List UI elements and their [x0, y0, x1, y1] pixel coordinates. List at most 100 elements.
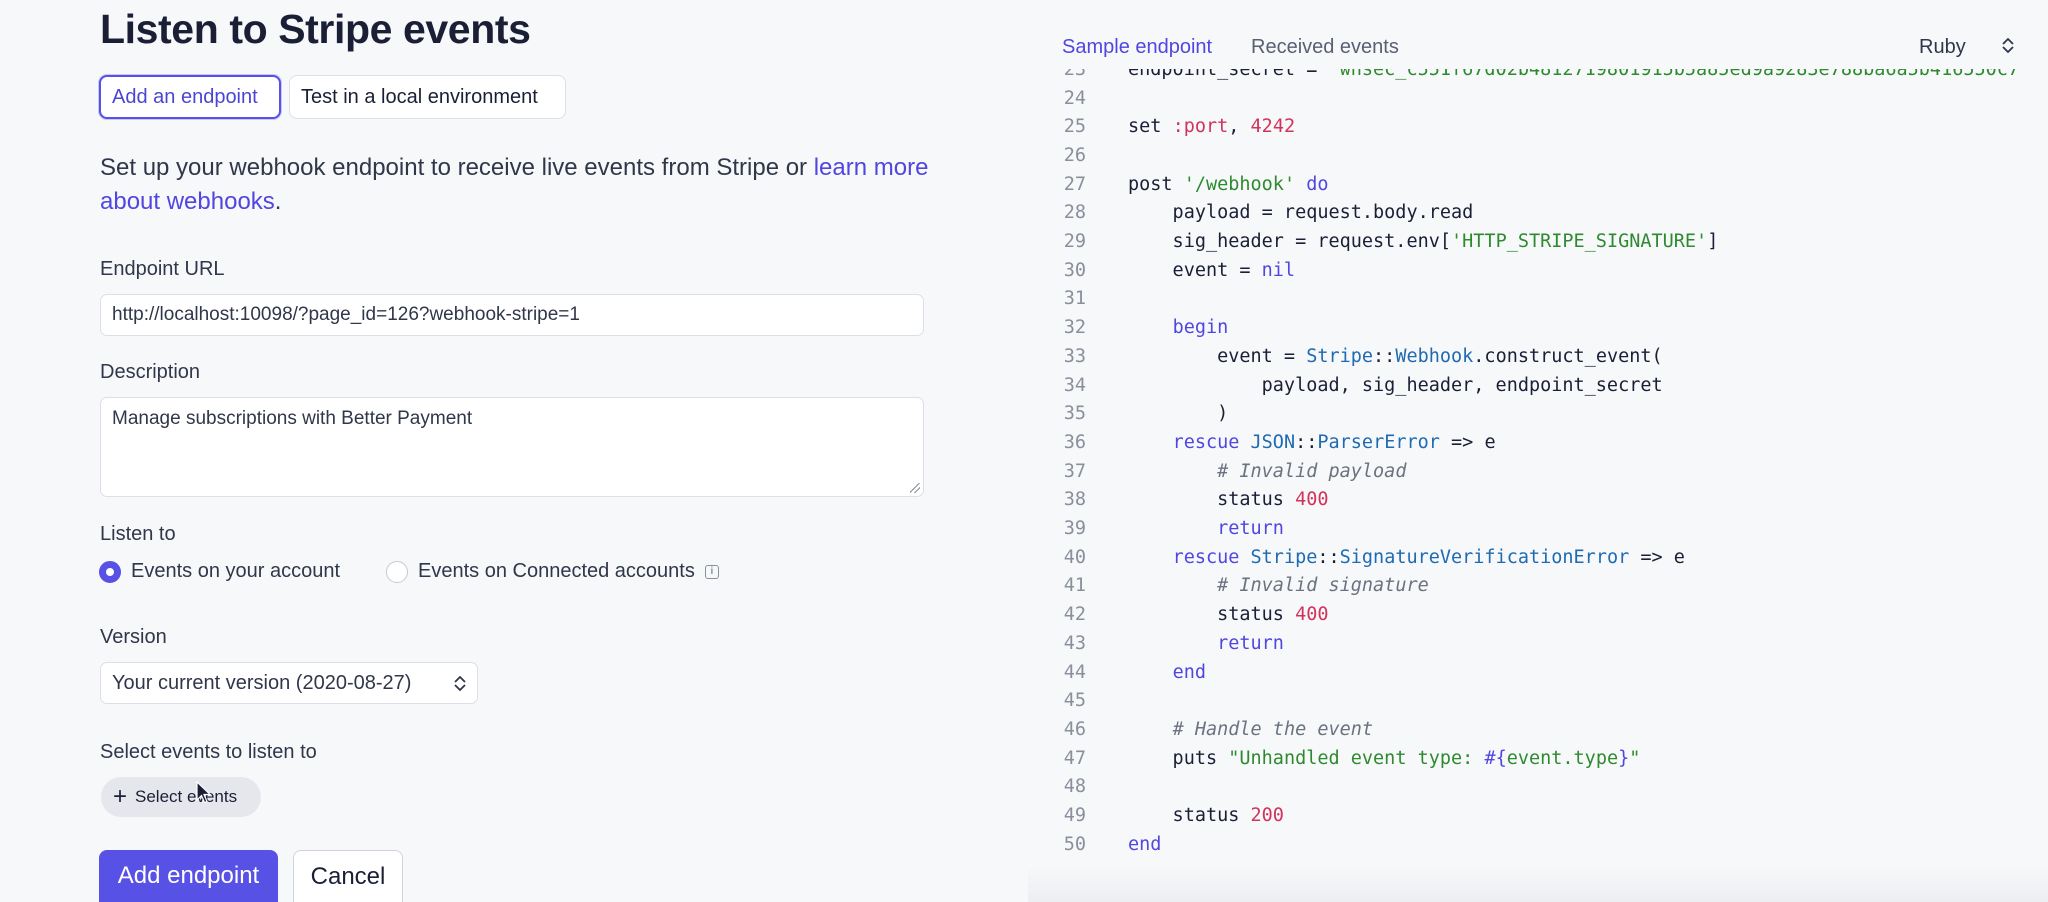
code-token: :: — [1295, 431, 1318, 453]
code-line: 41 # Invalid signature — [1028, 572, 1429, 601]
chevron-updown-icon — [454, 675, 466, 691]
select-events-button-label: Select events — [135, 787, 238, 806]
code-token: :: — [1373, 345, 1396, 367]
code-token: :: — [1317, 546, 1340, 568]
language-select[interactable]: Ruby — [1919, 36, 1966, 59]
code-token: post — [1128, 173, 1184, 195]
code-token: status — [1128, 805, 1251, 827]
code-line: 45 — [1028, 686, 1128, 715]
code-token: do — [1306, 173, 1329, 195]
code-token: ] — [1707, 231, 1719, 253]
line-number: 49 — [1063, 805, 1086, 827]
code-line: 29 sig_header = request.env['HTTP_STRIPE… — [1028, 227, 1719, 256]
code-line: 42 status 400 — [1028, 600, 1329, 629]
line-number: 35 — [1063, 403, 1086, 425]
line-number: 27 — [1063, 173, 1086, 195]
endpoint-url-label: Endpoint URL — [100, 258, 225, 280]
line-number: 26 — [1063, 144, 1086, 166]
line-number: 32 — [1063, 317, 1086, 339]
code-line: 40 rescue Stripe:: SignatureVerificationE… — [1028, 543, 1685, 572]
resize-handle-icon[interactable] — [910, 483, 920, 493]
code-token: rescue — [1172, 546, 1240, 568]
code-line: 35 ) — [1028, 399, 1229, 428]
radio-events-account[interactable]: Events on your account — [99, 560, 340, 583]
code-token: event.type — [1506, 747, 1619, 769]
code-token: status — [1128, 489, 1296, 511]
endpoint-url-input[interactable]: http://localhost:10098/?page_id=126?webh… — [100, 294, 924, 336]
code-line: 47 puts "Unhandled event type: #{event.t… — [1028, 744, 1641, 773]
code-token: return — [1217, 632, 1284, 654]
code-line: 36 rescue JSON:: ParserError => e — [1028, 428, 1496, 457]
code-line: 24 — [1028, 84, 1128, 113]
code-token: return — [1217, 518, 1284, 540]
version-select[interactable]: Your current version (2020-08-27) — [100, 662, 478, 704]
add-endpoint-button[interactable]: Add endpoint — [99, 850, 278, 902]
code-token: end — [1172, 661, 1206, 683]
radio-events-connected[interactable]: Events on Connected accounts i — [386, 560, 719, 583]
tab-add-endpoint[interactable]: Add an endpoint — [99, 75, 281, 119]
line-number: 43 — [1063, 632, 1086, 654]
version-label: Version — [100, 626, 167, 648]
code-sample-panel: Sample endpoint Received events Ruby 23 e… — [1028, 0, 2048, 902]
code-token: # Invalid signature — [1217, 575, 1429, 597]
chevron-updown-icon[interactable] — [2002, 38, 2014, 53]
code-token: Stripe — [1306, 345, 1374, 367]
tab-received-events[interactable]: Received events — [1251, 36, 1399, 59]
code-token: #{ — [1484, 747, 1507, 769]
line-number: 36 — [1063, 431, 1086, 453]
code-token: event = — [1128, 259, 1262, 281]
line-number: 23 — [1063, 69, 1086, 80]
code-token: end — [1128, 833, 1162, 855]
code-token: .construct_event( — [1473, 345, 1663, 367]
code-fade-overlay — [1028, 866, 2048, 902]
code-token: ParserError — [1317, 431, 1440, 453]
radio-unchecked-icon[interactable] — [386, 560, 408, 583]
webhook-form-panel: Listen to Stripe events Add an endpoint … — [0, 0, 1028, 902]
line-number: 30 — [1063, 259, 1086, 281]
line-number: 25 — [1063, 116, 1086, 138]
code-token: " — [1629, 747, 1641, 769]
code-line: 39 return — [1028, 514, 1284, 543]
intro-text: Set up your webhook endpoint to receive … — [100, 151, 940, 219]
description-textarea[interactable]: Manage subscriptions with Better Payment — [100, 397, 924, 497]
code-token: SignatureVerificationError — [1339, 546, 1630, 568]
code-token: payload, sig_header, endpoint_secret — [1128, 374, 1663, 396]
line-number: 31 — [1063, 288, 1086, 310]
code-token: 400 — [1295, 604, 1329, 626]
code-token: JSON — [1250, 431, 1296, 453]
intro-suffix: . — [274, 188, 282, 215]
code-line: 28 payload = request.body.read — [1028, 199, 1474, 228]
code-line: 25 set :port, 4242 — [1028, 112, 1295, 141]
tab-test-local[interactable]: Test in a local environment — [289, 75, 566, 119]
line-number: 39 — [1063, 518, 1086, 540]
line-number: 48 — [1063, 776, 1086, 798]
code-token: event = — [1128, 345, 1307, 367]
tab-sample-endpoint[interactable]: Sample endpoint — [1062, 36, 1212, 59]
code-line: 33 event = Stripe:: Webhook .construct_eve… — [1028, 342, 1663, 371]
description-value: Manage subscriptions with Better Payment — [112, 408, 473, 429]
page-title: Listen to Stripe events — [100, 6, 531, 52]
select-events-button[interactable]: + Select events — [101, 777, 261, 817]
line-number: 40 — [1063, 546, 1086, 568]
code-line: 37 # Invalid payload — [1028, 457, 1407, 486]
code-line: 31 — [1028, 285, 1128, 314]
code-token: 200 — [1250, 805, 1284, 827]
code-token: "Unhandled event type: — [1228, 747, 1485, 769]
code-token: , — [1228, 116, 1251, 138]
line-number: 37 — [1063, 460, 1086, 482]
code-token: => e — [1629, 546, 1685, 568]
line-number: 45 — [1063, 690, 1086, 712]
code-token: :port — [1172, 116, 1229, 138]
radio-checked-icon[interactable] — [99, 560, 121, 583]
cancel-button[interactable]: Cancel — [293, 850, 403, 902]
line-number: 38 — [1063, 489, 1086, 511]
info-icon[interactable]: i — [704, 564, 719, 579]
